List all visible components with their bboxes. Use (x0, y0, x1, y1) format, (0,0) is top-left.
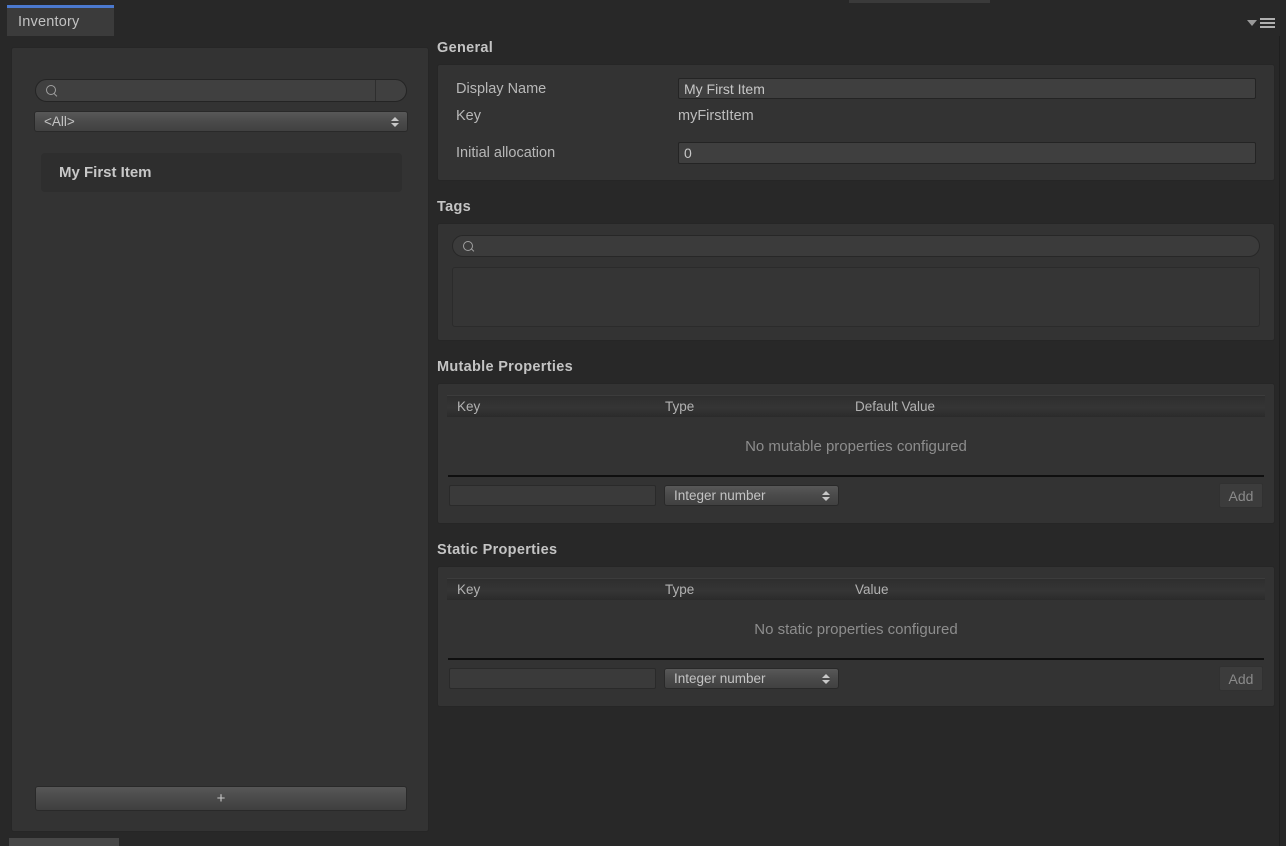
column-header-type: Type (665, 399, 695, 414)
key-label: Key (456, 107, 481, 124)
tags-section-title: Tags (437, 199, 471, 215)
mutable-properties-add-row: Integer number Add (447, 477, 1265, 514)
mutable-new-type-value: Integer number (674, 488, 766, 503)
mutable-add-button[interactable]: Add (1219, 483, 1263, 508)
tab-bar: Inventory (0, 0, 1286, 36)
status-bar-stub (9, 838, 119, 846)
column-header-default-value: Default Value (855, 399, 936, 414)
sidebar-filter-value: <All> (44, 114, 75, 129)
key-value: myFirstItem (678, 107, 754, 124)
static-properties-section: Key Type Value No static properties conf… (437, 566, 1275, 707)
column-header-value: Value (855, 582, 889, 597)
column-header-key: Key (457, 399, 481, 414)
mutable-properties-header-row: Key Type Default Value (447, 395, 1265, 417)
mutable-add-button-label: Add (1228, 487, 1254, 504)
display-name-input[interactable] (678, 78, 1256, 99)
tab-inventory[interactable]: Inventory (7, 5, 114, 36)
sidebar-search-container[interactable] (35, 79, 407, 102)
search-icon (463, 240, 474, 252)
static-properties-empty-message: No static properties configured (754, 620, 958, 638)
tags-section (437, 223, 1275, 341)
search-icon (46, 85, 57, 96)
chevron-down-icon (1247, 20, 1257, 26)
display-name-row: Display Name (456, 75, 1256, 102)
static-new-key-input[interactable] (449, 668, 656, 689)
sidebar-search-input[interactable] (57, 83, 406, 98)
window-menu-button[interactable] (1247, 18, 1275, 28)
initial-allocation-row: Initial allocation (456, 138, 1256, 168)
list-item[interactable]: My First Item (41, 153, 402, 192)
initial-allocation-input[interactable] (678, 142, 1256, 164)
key-row: Key myFirstItem (456, 102, 1256, 129)
updown-arrows-icon (822, 490, 830, 501)
panel-divider (1279, 36, 1280, 846)
initial-allocation-label: Initial allocation (456, 145, 556, 161)
tab-inventory-label: Inventory (18, 14, 80, 30)
general-section: Display Name Key myFirstItem Initial all… (437, 64, 1275, 181)
add-item-button-label: + (216, 790, 226, 807)
hamburger-menu-icon (1260, 18, 1275, 28)
search-field-divider (375, 80, 376, 101)
static-properties-section-title: Static Properties (437, 542, 558, 558)
general-section-title: General (437, 40, 494, 56)
sidebar-filter-dropdown[interactable]: <All> (34, 111, 408, 132)
mutable-properties-empty-message: No mutable properties configured (745, 437, 967, 455)
static-properties-header-row: Key Type Value (447, 578, 1265, 600)
editor-window: Inventory <All> My First Item + General … (0, 0, 1286, 846)
list-item-label: My First Item (59, 164, 152, 181)
mutable-properties-section: Key Type Default Value No mutable proper… (437, 383, 1275, 524)
tab-bar-strip (849, 0, 990, 3)
static-add-button[interactable]: Add (1219, 666, 1263, 691)
mutable-new-key-input[interactable] (449, 485, 656, 506)
add-item-button[interactable]: + (35, 786, 407, 811)
inventory-item-list: My First Item (41, 153, 402, 192)
tags-search-container[interactable] (452, 235, 1260, 257)
static-new-type-value: Integer number (674, 671, 766, 686)
column-header-key: Key (457, 582, 481, 597)
sidebar-panel: <All> My First Item + (11, 47, 429, 832)
static-new-type-dropdown[interactable]: Integer number (664, 668, 839, 689)
tags-search-input[interactable] (474, 238, 1259, 254)
mutable-properties-section-title: Mutable Properties (437, 359, 573, 375)
updown-arrows-icon (391, 116, 399, 127)
tags-list-area[interactable] (452, 267, 1260, 327)
static-add-button-label: Add (1228, 670, 1254, 687)
column-header-type: Type (665, 582, 695, 597)
static-properties-add-row: Integer number Add (447, 660, 1265, 697)
mutable-new-type-dropdown[interactable]: Integer number (664, 485, 839, 506)
display-name-label: Display Name (456, 80, 547, 97)
detail-panel: General Display Name Key myFirstItem Ini… (437, 40, 1275, 835)
updown-arrows-icon (822, 673, 830, 684)
